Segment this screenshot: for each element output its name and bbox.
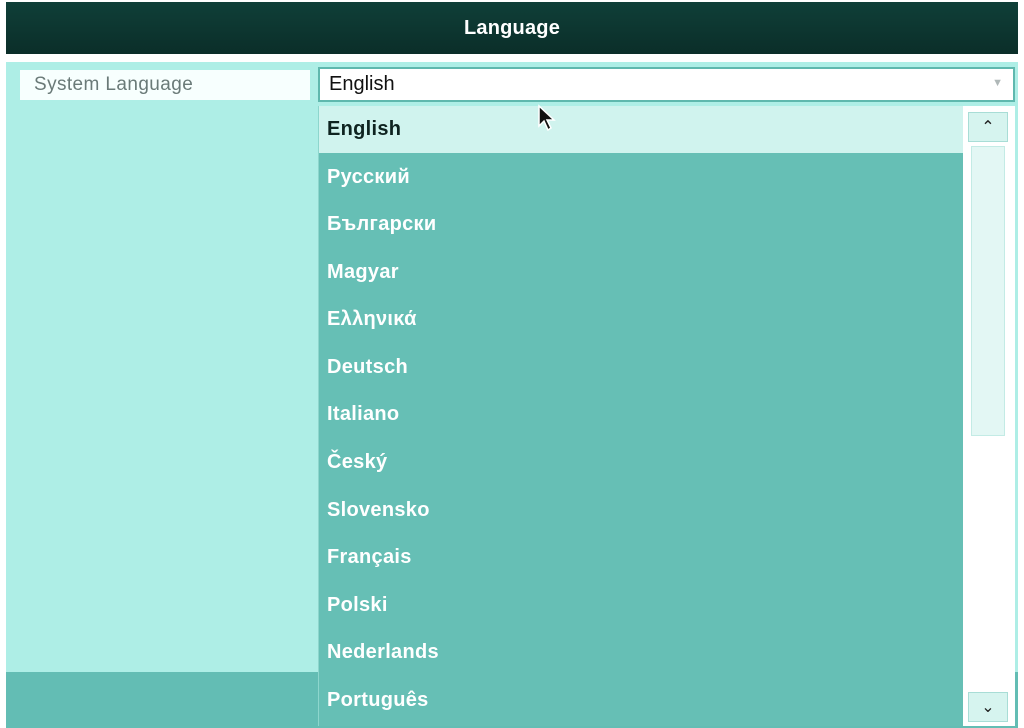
language-option-francais[interactable]: Français: [319, 534, 964, 581]
language-option-label: Deutsch: [327, 356, 409, 378]
scroll-down-button[interactable]: ⌄: [968, 692, 1008, 722]
system-language-label: System Language: [20, 70, 310, 100]
language-option-label: Italiano: [327, 403, 400, 425]
scrollbar-thumb[interactable]: [971, 146, 1005, 436]
language-option-label: Français: [327, 546, 412, 568]
language-option-magyar[interactable]: Magyar: [319, 249, 964, 296]
chevron-up-icon: ⌃: [981, 119, 995, 136]
system-language-selected-value: English: [329, 73, 395, 95]
dialog-title: Language: [463, 16, 561, 39]
language-option-portugues[interactable]: Português: [319, 677, 964, 724]
dialog-title-bar: Language: [6, 2, 1018, 54]
language-option-cesky[interactable]: Český: [319, 439, 964, 486]
language-option-slovensko[interactable]: Slovensko: [319, 487, 964, 534]
language-option-label: Ελληνικά: [327, 308, 417, 330]
dropdown-scrollbar[interactable]: ⌃ ⌄: [963, 106, 1015, 726]
system-language-select[interactable]: English ▼: [318, 67, 1015, 102]
language-option-greek[interactable]: Ελληνικά: [319, 296, 964, 343]
language-option-label: Polski: [327, 594, 388, 616]
language-option-label: Slovensko: [327, 499, 430, 521]
language-option-bulgarian[interactable]: Български: [319, 201, 964, 248]
system-language-label-text: System Language: [34, 74, 194, 95]
language-option-italiano[interactable]: Italiano: [319, 391, 964, 438]
language-dropdown-list[interactable]: English Русский Български Magyar Ελληνικ…: [318, 106, 964, 726]
language-option-label: Nederlands: [327, 641, 439, 663]
language-option-label: Český: [327, 451, 388, 473]
language-option-label: English: [327, 118, 402, 140]
language-option-label: Български: [327, 213, 437, 235]
language-option-label: Português: [327, 689, 429, 711]
language-option-english[interactable]: English: [319, 106, 964, 153]
chevron-down-icon: ⌄: [981, 699, 995, 716]
language-option-nederlands[interactable]: Nederlands: [319, 629, 964, 676]
language-option-label: Русский: [327, 166, 410, 188]
chevron-down-icon[interactable]: ▼: [992, 77, 1003, 89]
mouse-pointer-icon: [538, 104, 556, 132]
language-dialog: Language System Language English ▼ Engli…: [0, 0, 1024, 728]
language-option-polski[interactable]: Polski: [319, 582, 964, 629]
scroll-up-button[interactable]: ⌃: [968, 112, 1008, 142]
language-option-russian[interactable]: Русский: [319, 154, 964, 201]
language-option-label: Magyar: [327, 261, 399, 283]
language-option-deutsch[interactable]: Deutsch: [319, 344, 964, 391]
